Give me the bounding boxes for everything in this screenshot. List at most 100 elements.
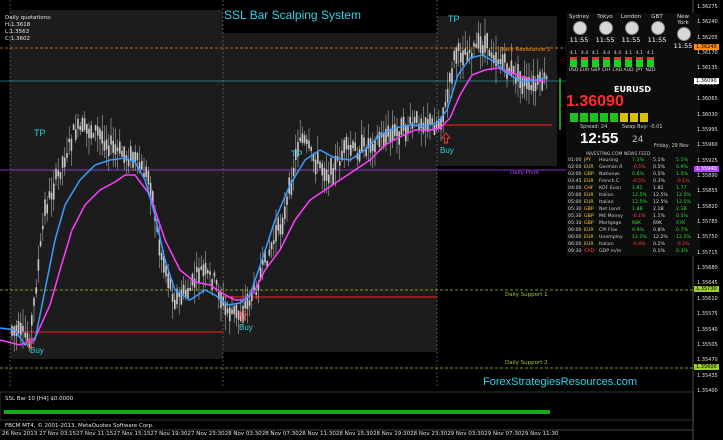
price-tick-label: 1.36275 (697, 4, 718, 10)
time-tick-label: 28 Nov 11:30 (298, 431, 336, 437)
candle-body (317, 151, 319, 164)
candle-body (83, 118, 86, 131)
daily-high: H:1.3618 (5, 22, 31, 28)
news-cell: 12.5% (632, 193, 647, 198)
candle-body (147, 171, 150, 185)
candle-body (110, 135, 112, 145)
candle-body (231, 309, 233, 314)
news-cell: French C (599, 179, 620, 184)
candle-body (539, 71, 541, 82)
candle-body (484, 35, 486, 53)
candle-body (59, 171, 62, 179)
candle-body (462, 50, 464, 66)
strength-bar (614, 57, 621, 67)
strength-bar (581, 57, 588, 67)
candle-body (446, 88, 449, 103)
news-header: INVESTING.COM NEWS FEED (586, 152, 651, 157)
candle-body (248, 300, 251, 306)
candle-body (279, 224, 282, 235)
city-clock: GBT 11:55 (646, 14, 670, 44)
candle-body (224, 303, 227, 315)
candle-body (75, 129, 77, 140)
candle-body (330, 158, 332, 175)
news-cell: CHF (584, 186, 594, 191)
candle-body (391, 124, 394, 141)
candle-body (451, 68, 453, 84)
candle-body (202, 264, 205, 277)
candle-body (66, 153, 68, 158)
time-tick-label: 28 Nov 19:30 (373, 431, 411, 437)
candle-body (97, 126, 99, 136)
candle-body (171, 293, 174, 303)
candle-body (277, 217, 279, 231)
candle-body (226, 308, 229, 314)
widget-day: 24 (632, 135, 644, 145)
candle-body (468, 49, 471, 53)
currency-code: USD (568, 68, 579, 73)
candle-body (189, 287, 191, 291)
candle-body (405, 124, 407, 142)
news-cell: -0.1% (632, 214, 646, 219)
clock-face-icon (651, 21, 665, 35)
time-tick-label: 27 Nov 11:15 (76, 431, 114, 437)
candle-body (306, 139, 308, 145)
candle-body (182, 284, 185, 295)
news-cell: 12.2% (653, 235, 668, 240)
news-cell: 1.77 (676, 186, 687, 191)
city-time: 11:55 (673, 42, 693, 50)
candle-body (532, 75, 535, 92)
time-tick-label: 27 Nov 23:30 (187, 431, 225, 437)
price-tick-label: 1.35785 (697, 219, 718, 226)
news-cell: 0.6% (632, 172, 644, 177)
currency-strength-item: 4.4 CAD (612, 51, 623, 73)
news-cell: EUR (584, 179, 594, 184)
news-cell: 03:45 (568, 179, 582, 184)
city-clock: Sydney 11:55 (568, 14, 592, 44)
candle-body (422, 122, 425, 133)
candle-body (103, 141, 106, 151)
news-cell: 0.3% (653, 179, 665, 184)
candle-body (361, 134, 363, 152)
candle-body (363, 137, 365, 147)
strength-bar (570, 57, 577, 67)
indicator-label: SSL Bar 10 [H4] $0.0000 (5, 396, 74, 402)
candle-body (350, 144, 352, 156)
candle-body (174, 299, 176, 310)
candle-body (94, 125, 97, 131)
time-tick-label: 28 Nov 07:30 (261, 431, 299, 437)
news-cell: 1.82 (653, 186, 664, 191)
tick-bar (580, 113, 588, 122)
candle-body (328, 174, 330, 184)
price-tick-label: 1.36065 (697, 96, 718, 103)
candle-body (121, 150, 123, 157)
city-name: Sydney (568, 14, 590, 20)
city-time: 11:55 (569, 36, 589, 44)
candle-body (402, 116, 405, 131)
currency-code: NZD (645, 68, 656, 73)
current-price: 1.36090 (566, 93, 624, 110)
clock-face-icon (599, 21, 613, 35)
city-clock: Tokyo 11:55 (594, 14, 618, 44)
price-tick-label: 1.35540 (697, 326, 718, 333)
candle-body (77, 118, 79, 129)
price-tick-label: 1.35680 (697, 265, 718, 272)
buy-marker-1: Buy (30, 346, 44, 355)
daily-close: C:1.3602 (5, 36, 30, 42)
price-level-tag: 1.36090 (694, 78, 719, 84)
candle-body (345, 136, 348, 150)
candle-body (130, 146, 132, 161)
candle-body (88, 128, 90, 139)
candle-body (165, 265, 167, 277)
candle-body (46, 204, 48, 214)
candle-body (37, 259, 40, 271)
pivot-label: Daily Pivot (510, 170, 540, 176)
candle-body (211, 279, 213, 290)
news-cell: 01:00 (568, 158, 582, 163)
time-tick-label: 27 Nov 19:30 (150, 431, 188, 437)
news-cell: Nationwi (599, 172, 620, 177)
city-name: London (620, 14, 642, 20)
city-name: New York (677, 14, 689, 26)
news-cell: M4 Money (599, 214, 624, 219)
candle-body (301, 133, 304, 143)
candle-body (273, 240, 275, 244)
